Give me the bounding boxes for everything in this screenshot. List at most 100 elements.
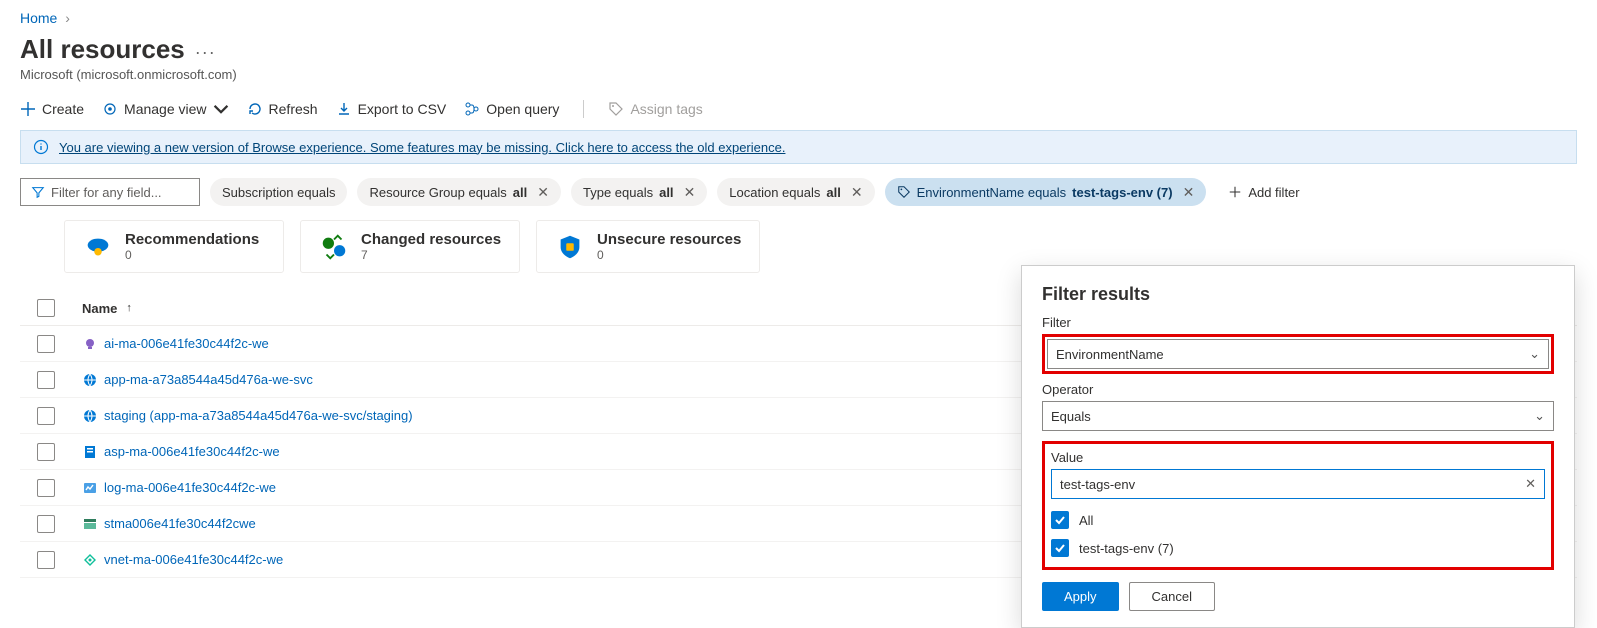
filter-pill-resource-group[interactable]: Resource Group equals all ✕	[357, 178, 561, 206]
sort-asc-icon: ↑	[126, 302, 132, 314]
resource-link[interactable]: stma006e41fe30c44f2cwe	[104, 516, 256, 531]
resource-link[interactable]: app-ma-a73a8544a45d476a-we-svc	[104, 372, 313, 387]
apply-button[interactable]: Apply	[1042, 582, 1119, 611]
change-icon	[319, 232, 349, 262]
card-changed-resources[interactable]: Changed resources7	[300, 220, 520, 273]
info-banner: You are viewing a new version of Browse …	[20, 130, 1577, 164]
card-count: 0	[597, 248, 741, 262]
plus-icon	[1228, 185, 1242, 199]
filter-input[interactable]: Filter for any field...	[20, 178, 200, 206]
highlight-filter: EnvironmentName ⌄	[1042, 334, 1554, 374]
close-icon[interactable]: ✕	[684, 184, 696, 201]
row-checkbox[interactable]	[37, 335, 55, 353]
filter-select[interactable]: EnvironmentName ⌄	[1047, 339, 1549, 369]
resource-link[interactable]: asp-ma-006e41fe30c44f2c-we	[104, 444, 280, 459]
funnel-icon	[31, 185, 45, 199]
operator-select[interactable]: Equals ⌄	[1042, 401, 1554, 431]
pill-label: EnvironmentName equals	[917, 185, 1067, 200]
popover-title: Filter results	[1042, 284, 1554, 305]
close-icon[interactable]: ✕	[1183, 184, 1195, 201]
card-recommendations[interactable]: Recommendations0	[64, 220, 284, 273]
pill-label: Resource Group equals	[369, 185, 506, 200]
chevron-down-icon	[213, 101, 229, 117]
value-field-label: Value	[1051, 450, 1545, 465]
select-all-checkbox[interactable]	[37, 299, 55, 317]
filter-field-label: Filter	[1042, 315, 1554, 330]
option-test-tags-env[interactable]: test-tags-env (7)	[1051, 539, 1545, 557]
resources-table: Name↑ Type ai-ma-006e41fe30c44f2c-we···A…	[0, 291, 1597, 578]
clear-icon[interactable]: ✕	[1525, 476, 1536, 492]
option-value-label: test-tags-env (7)	[1079, 541, 1174, 556]
value-input[interactable]: test-tags-env ✕	[1051, 469, 1545, 499]
plus-icon	[20, 101, 36, 117]
page-subtitle: Microsoft (microsoft.onmicrosoft.com)	[0, 67, 1597, 96]
card-title: Recommendations	[125, 231, 259, 248]
assign-tags-button: Assign tags	[608, 101, 702, 117]
row-checkbox[interactable]	[37, 551, 55, 569]
cancel-button[interactable]: Cancel	[1129, 582, 1215, 611]
download-icon	[336, 101, 352, 117]
filter-pill-environment[interactable]: EnvironmentName equals test-tags-env (7)…	[885, 178, 1207, 206]
gear-icon	[102, 101, 118, 117]
row-checkbox[interactable]	[37, 515, 55, 533]
filter-pill-location[interactable]: Location equals all ✕	[717, 178, 874, 206]
manage-view-button[interactable]: Manage view	[102, 101, 229, 117]
more-actions-icon[interactable]: ···	[195, 42, 216, 63]
option-all[interactable]: All	[1051, 511, 1545, 529]
card-count: 7	[361, 248, 501, 262]
filter-input-placeholder: Filter for any field...	[51, 185, 162, 200]
chevron-right-icon: ›	[65, 10, 70, 26]
operator-select-value: Equals	[1051, 409, 1091, 424]
close-icon[interactable]: ✕	[851, 184, 863, 201]
branch-icon	[464, 101, 480, 117]
pill-label: Type equals	[583, 185, 653, 200]
value-options: All test-tags-env (7)	[1051, 511, 1545, 557]
row-checkbox[interactable]	[37, 443, 55, 461]
pill-value: all	[659, 185, 673, 200]
resource-link[interactable]: log-ma-006e41fe30c44f2c-we	[104, 480, 276, 495]
checkbox-checked-icon	[1051, 511, 1069, 529]
chevron-down-icon: ⌄	[1529, 346, 1540, 362]
row-checkbox[interactable]	[37, 407, 55, 425]
pill-label: Subscription equals	[222, 185, 335, 200]
tag-icon	[608, 101, 624, 117]
chevron-down-icon: ⌄	[1534, 408, 1545, 424]
filter-pill-type[interactable]: Type equals all ✕	[571, 178, 707, 206]
create-button[interactable]: Create	[20, 101, 84, 117]
row-checkbox[interactable]	[37, 479, 55, 497]
create-label: Create	[42, 101, 84, 117]
breadcrumb: Home ›	[0, 0, 1597, 32]
card-unsecure-resources[interactable]: Unsecure resources0	[536, 220, 760, 273]
card-title: Changed resources	[361, 231, 501, 248]
banner-link[interactable]: You are viewing a new version of Browse …	[59, 140, 785, 155]
breadcrumb-home[interactable]: Home	[20, 10, 57, 26]
page-title: All resources	[20, 34, 185, 65]
cloud-icon	[83, 232, 113, 262]
resource-link[interactable]: staging (app-ma-a73a8544a45d476a-we-svc/…	[104, 408, 413, 423]
refresh-button[interactable]: Refresh	[247, 101, 318, 117]
pill-value: all	[513, 185, 527, 200]
filter-results-popover: Filter results Filter EnvironmentName ⌄ …	[1021, 265, 1575, 628]
row-checkbox[interactable]	[37, 371, 55, 389]
close-icon[interactable]: ✕	[537, 184, 549, 201]
pill-label: Location equals	[729, 185, 820, 200]
tag-icon	[897, 185, 911, 199]
value-input-text: test-tags-env	[1060, 477, 1135, 492]
export-csv-button[interactable]: Export to CSV	[336, 101, 447, 117]
toolbar-divider	[583, 100, 584, 118]
card-title: Unsecure resources	[597, 231, 741, 248]
filter-pill-subscription[interactable]: Subscription equals	[210, 178, 347, 206]
checkbox-checked-icon	[1051, 539, 1069, 557]
refresh-icon	[247, 101, 263, 117]
manage-view-label: Manage view	[124, 101, 207, 117]
add-filter-label: Add filter	[1248, 185, 1299, 200]
resource-link[interactable]: vnet-ma-006e41fe30c44f2c-we	[104, 552, 283, 567]
resource-link[interactable]: ai-ma-006e41fe30c44f2c-we	[104, 336, 269, 351]
info-icon	[33, 139, 49, 155]
card-count: 0	[125, 248, 259, 262]
shield-icon	[555, 232, 585, 262]
filter-row: Filter for any field... Subscription equ…	[0, 178, 1597, 220]
add-filter-button[interactable]: Add filter	[1216, 181, 1311, 204]
open-query-button[interactable]: Open query	[464, 101, 559, 117]
export-csv-label: Export to CSV	[358, 101, 447, 117]
